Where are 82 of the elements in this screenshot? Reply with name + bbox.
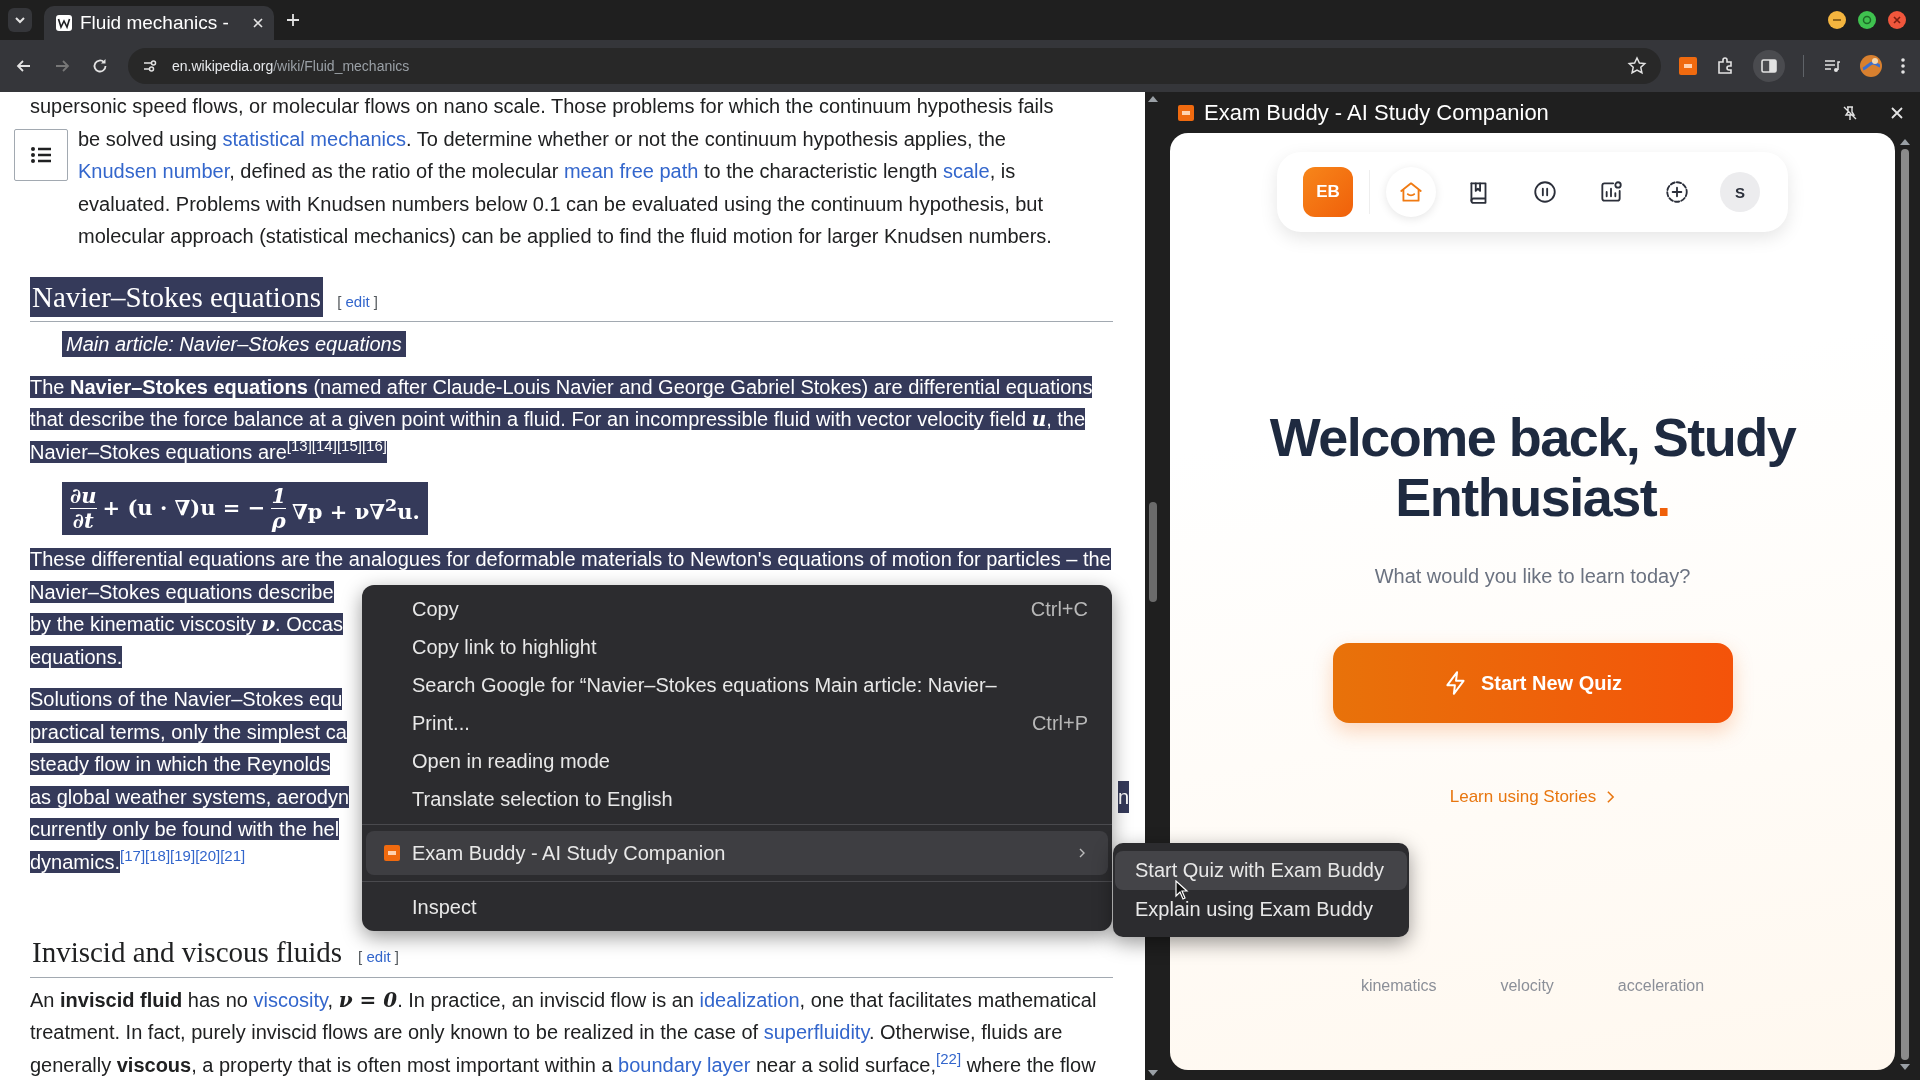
menu-item[interactable]: Translate selection to English — [366, 780, 1108, 818]
scroll-down-icon[interactable] — [1147, 1070, 1158, 1076]
menu-item[interactable]: Inspect — [366, 888, 1108, 926]
chevron-right-icon — [1078, 847, 1086, 859]
extension-icon — [384, 845, 400, 861]
menu-item[interactable]: Search Google for “Navier–Stokes equations Main article: Navier– — [366, 666, 1108, 704]
mouse-cursor-icon — [1175, 880, 1189, 900]
paragraph: An inviscid fluid has no viscosity, ν = 0. In practice, an inviscid flow is an idealization, one that facilitates mathematical treatment. In fact, purely inviscid flows are only known to be realized in the case of superfluidity. Otherwise, fluids are generally viscous, a property that is often most important within a boundary layer near a solid surface,$^{[22]}$ where the flow — [30, 986, 1098, 1078]
add-icon — [1664, 179, 1690, 205]
article-link[interactable]: scale — [943, 160, 990, 182]
scrollbar-thumb[interactable] — [1148, 502, 1157, 602]
extension-icon — [1178, 104, 1194, 121]
paragraph: be solved using statistical mechanics. To determine whether or not the continuum hypothesis applies, the Knudsen number, defined as the ratio of the molecular mean free path to the characteristic length scale, is evaluated. Problems with Knudsen numbers below 0.1 can be evaluated using the continuum hypothesis, but molecular approach (statistical mechanics) can be applied to find the fluid motion for larger Knudsen numbers. — [78, 126, 1053, 249]
address-bar[interactable]: en.wikipedia.org/wiki/Fluid_mechanics — [128, 48, 1661, 84]
menu-icon[interactable] — [1900, 56, 1906, 76]
stories-link[interactable]: Learn using Stories — [1449, 787, 1616, 807]
topic-chip[interactable]: kinematics — [1360, 977, 1437, 995]
scroll-up-icon[interactable] — [1147, 96, 1158, 102]
bracket: ] — [373, 292, 378, 310]
start-quiz-button[interactable]: Start New Quiz — [1332, 643, 1733, 723]
menu-item[interactable]: Copy Ctrl+C — [366, 590, 1108, 628]
close-icon[interactable] — [252, 17, 264, 29]
scrollbar-thumb[interactable] — [1901, 149, 1909, 1060]
puzzle-icon[interactable] — [1715, 56, 1735, 76]
menu-item[interactable]: Exam Buddy - AI Study Companion — [366, 831, 1108, 875]
article-link[interactable]: Knudsen number — [78, 160, 230, 182]
citation-link[interactable]: [22] — [936, 1049, 962, 1067]
site-info-icon[interactable] — [142, 58, 158, 74]
side-panel-button[interactable] — [1753, 50, 1785, 82]
browser-tab[interactable]: Fluid mechanics - — [44, 6, 274, 40]
citation-link[interactable]: [19] — [170, 846, 196, 864]
menu-item[interactable]: Explain using Exam Buddy — [1115, 890, 1407, 929]
section-heading: Navier–Stokes equations — [30, 276, 324, 317]
menu-item[interactable]: Copy link to highlight — [366, 628, 1108, 666]
article-link[interactable]: idealization — [699, 988, 800, 1011]
citation-link[interactable]: [17] — [120, 846, 146, 864]
article-link[interactable]: boundary layer — [618, 1053, 751, 1076]
article-link[interactable]: mean free path — [563, 160, 699, 182]
citation-link[interactable]: [18] — [145, 846, 171, 864]
bookmark-star-icon[interactable] — [1627, 56, 1647, 76]
article-link[interactable]: statistical mechanics — [222, 127, 406, 150]
new-tab-icon[interactable] — [286, 13, 300, 27]
minimize-icon[interactable] — [1828, 11, 1846, 29]
pause-icon — [1532, 179, 1558, 205]
extension-icon[interactable] — [1679, 57, 1697, 75]
hatnote: Main article: Navier–Stokes equations — [62, 331, 406, 357]
bracket: ] — [394, 948, 399, 965]
home-tab[interactable] — [1386, 167, 1436, 217]
article-link[interactable]: viscosity — [253, 988, 328, 1011]
close-icon[interactable] — [1890, 105, 1904, 120]
article-link[interactable]: superfluidity — [763, 1021, 869, 1043]
unpin-icon[interactable] — [1842, 104, 1858, 121]
menu-item[interactable]: Start Quiz with Exam Buddy — [1115, 851, 1407, 890]
chevron-right-icon — [1606, 790, 1616, 804]
topic-chip[interactable]: acceleration — [1617, 977, 1705, 995]
scroll-down-icon[interactable] — [1900, 1064, 1910, 1070]
section-heading: Inviscid and viscous fluids — [31, 935, 344, 970]
menu-item[interactable]: Print... Ctrl+P — [366, 704, 1108, 742]
app-logo[interactable]: EB — [1303, 167, 1353, 217]
profile-avatar-icon[interactable] — [1860, 55, 1882, 77]
citation-link[interactable]: [21] — [220, 846, 246, 864]
tab-list-icon[interactable] — [8, 8, 32, 32]
bracket: [ — [337, 292, 342, 310]
maximize-icon[interactable] — [1858, 11, 1876, 29]
side-panel-icon — [1759, 56, 1779, 76]
welcome-heading: Welcome back, Study Enthusiast. — [1268, 407, 1798, 527]
user-avatar[interactable]: S — [1720, 172, 1760, 212]
stats-icon — [1598, 179, 1624, 205]
side-panel-title: Exam Buddy - AI Study Companion — [1204, 99, 1549, 126]
text-fragment: n — [1118, 780, 1130, 813]
paragraph: supersonic speed flows, or molecular flows on nano scale. Those problems for which the continuum hypothesis fails — [30, 94, 1055, 119]
subtitle: What would you like to learn today? — [1374, 565, 1691, 588]
menu-item[interactable]: Open in reading mode — [366, 742, 1108, 780]
scroll-up-icon[interactable] — [1900, 139, 1910, 145]
bracket: [ — [358, 948, 363, 965]
edit-link[interactable]: edit — [366, 948, 391, 965]
table-of-contents-button[interactable] — [14, 128, 68, 181]
topic-chip[interactable]: velocity — [1500, 977, 1554, 995]
citation-link[interactable]: [20] — [195, 846, 221, 864]
edit-link[interactable]: edit — [345, 292, 370, 310]
close-window-icon[interactable] — [1888, 11, 1906, 29]
wiki-favicon-icon — [56, 15, 72, 31]
